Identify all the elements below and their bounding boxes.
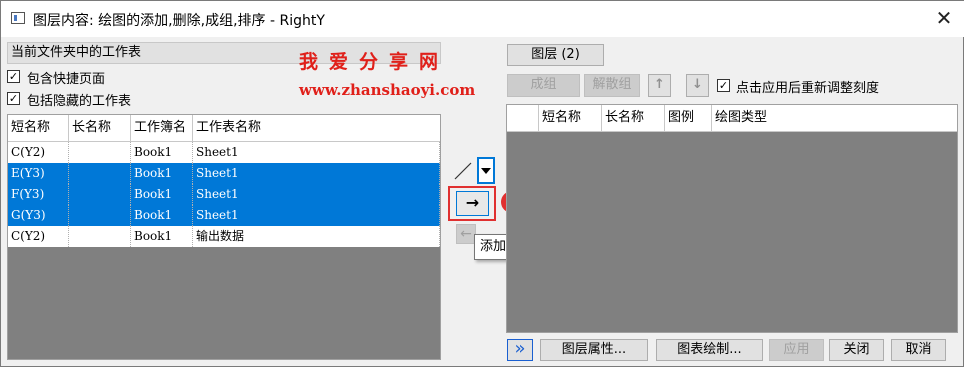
col-sheet-name[interactable]: 工作表名称 <box>193 115 440 141</box>
col-short-name[interactable]: 短名称 <box>8 115 69 141</box>
row-sheet-name: Sheet1 <box>193 184 440 205</box>
col-long-name[interactable]: 长名称 <box>69 115 131 141</box>
rescale-label: 点击应用后重新调整刻度 <box>736 81 880 96</box>
rescale-checkbox[interactable]: ✓ <box>717 79 730 92</box>
col-plot-short-name[interactable]: 短名称 <box>539 105 602 131</box>
row-long-name <box>69 205 131 226</box>
worksheet-row[interactable]: G(Y3) Book1 Sheet1 <box>8 205 440 226</box>
plot-setup-button[interactable]: 图表绘制... <box>656 339 763 361</box>
close-icon[interactable]: ✕ <box>929 5 959 33</box>
row-book-name: Book1 <box>131 142 193 163</box>
row-book-name: Book1 <box>131 226 193 247</box>
row-short-name: E(Y3) <box>8 163 69 184</box>
worksheet-row[interactable]: C(Y2) Book1 Sheet1 <box>8 142 440 163</box>
move-down-button[interactable]: ↓ <box>686 74 709 97</box>
row-short-name: F(Y3) <box>8 184 69 205</box>
remove-plot-button[interactable]: ← <box>456 224 476 244</box>
watermark-url: www.zhanshaoyi.com <box>299 81 476 99</box>
worksheet-row[interactable]: C(Y2) Book1 输出数据 <box>8 226 440 247</box>
cancel-button[interactable]: 取消 <box>891 339 946 361</box>
layer-properties-button[interactable]: 图层属性... <box>540 339 648 361</box>
row-sheet-name: Sheet1 <box>193 205 440 226</box>
row-long-name <box>69 163 131 184</box>
row-book-name: Book1 <box>131 205 193 226</box>
row-long-name <box>69 226 131 247</box>
row-sheet-name: Sheet1 <box>193 163 440 184</box>
include-shortcuts-label: 包含快捷页面 <box>27 72 106 87</box>
row-short-name: G(Y3) <box>8 205 69 226</box>
layer-plots-header: 短名称 长名称 图例 绘图类型 <box>507 105 957 132</box>
row-short-name: C(Y2) <box>8 226 69 247</box>
include-shortcuts-checkbox[interactable]: ✓ <box>7 70 20 83</box>
col-legend[interactable]: 图例 <box>665 105 712 131</box>
close-button[interactable]: 关闭 <box>829 339 884 361</box>
row-short-name: C(Y2) <box>8 142 69 163</box>
row-book-name: Book1 <box>131 184 193 205</box>
include-hidden-checkbox[interactable]: ✓ <box>7 92 20 105</box>
watermark-title: 我爱分享网 <box>299 51 450 73</box>
title-bar: 图层内容: 绘图的添加,删除,成组,排序 - RightY ✕ <box>1 1 964 37</box>
row-long-name <box>69 142 131 163</box>
line-plot-icon <box>454 162 472 180</box>
worksheet-grid[interactable]: 短名称 长名称 工作簿名 工作表名称 C(Y2) Book1 Sheet1 E(Y3)… <box>7 114 441 360</box>
chevron-down-icon <box>481 168 491 174</box>
col-plot-long-name[interactable]: 长名称 <box>602 105 665 131</box>
worksheet-row[interactable]: F(Y3) Book1 Sheet1 <box>8 184 440 205</box>
tab-layer[interactable]: 图层 (2) <box>507 44 604 66</box>
row-long-name <box>69 184 131 205</box>
window-title: 图层内容: 绘图的添加,删除,成组,排序 - RightY <box>33 13 325 29</box>
plot-type-line-icon[interactable] <box>452 159 474 183</box>
app-icon <box>11 12 25 24</box>
group-button[interactable]: 成组 <box>507 74 580 97</box>
layer-plots-grid[interactable]: 短名称 长名称 图例 绘图类型 <box>506 104 958 333</box>
dialog-window: 图层内容: 绘图的添加,删除,成组,排序 - RightY ✕ 当前文件夹中的工… <box>0 0 964 367</box>
col-plot-type[interactable]: 绘图类型 <box>712 105 957 131</box>
row-book-name: Book1 <box>131 163 193 184</box>
add-plot-button[interactable]: → <box>456 191 489 216</box>
col-book-name[interactable]: 工作簿名 <box>131 115 193 141</box>
row-sheet-name: 输出数据 <box>193 226 440 247</box>
row-sheet-name: Sheet1 <box>193 142 440 163</box>
ungroup-button[interactable]: 解散组 <box>584 74 640 97</box>
expand-button[interactable]: » <box>507 339 533 361</box>
include-hidden-label: 包括隐藏的工作表 <box>27 94 132 109</box>
worksheet-row[interactable]: E(Y3) Book1 Sheet1 <box>8 163 440 184</box>
move-up-button[interactable]: ↑ <box>648 74 671 97</box>
plot-type-dropdown[interactable] <box>477 157 495 184</box>
apply-button[interactable]: 应用 <box>769 339 824 361</box>
col-row-header <box>507 105 539 131</box>
worksheet-grid-header: 短名称 长名称 工作簿名 工作表名称 <box>8 115 440 142</box>
